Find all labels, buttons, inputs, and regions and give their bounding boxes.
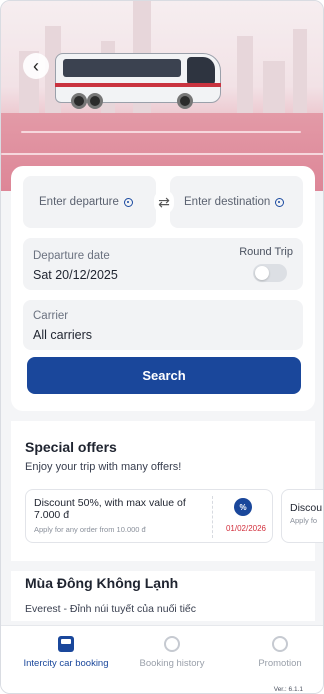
nav-label: Promotion (258, 658, 302, 669)
location-pin-icon (275, 197, 285, 207)
featured-title: Mùa Đông Không Lạnh (25, 575, 179, 591)
carrier-label: Carrier (33, 310, 69, 322)
departure-date-value: Sat 20/12/2025 (33, 268, 118, 282)
bus-wheel (177, 93, 193, 109)
promotion-icon (272, 636, 288, 652)
search-button[interactable]: Search (27, 357, 301, 394)
featured-subtitle: Everest - Đỉnh núi tuyết của nuối tiếc (25, 603, 197, 615)
discount-badge-icon: % (234, 498, 252, 516)
offer-card[interactable]: Discount 50%, with max value of 7.000 đ … (25, 489, 273, 543)
version-label: Ver.: 6.1.1 (273, 686, 303, 693)
location-pin-icon (123, 197, 133, 207)
road-line (1, 153, 323, 155)
coupon-divider (212, 496, 213, 538)
back-button[interactable]: ‹ (23, 53, 49, 79)
history-icon (164, 636, 180, 652)
offers-subtitle: Enjoy your trip with many offers! (25, 461, 182, 473)
departure-placeholder: Enter departure (39, 196, 119, 208)
building (237, 36, 253, 121)
nav-promotion[interactable]: Promotion (245, 636, 315, 669)
departure-date-label: Departure date (33, 250, 110, 262)
bus-windshield (187, 57, 215, 85)
nav-booking-history[interactable]: Booking history (129, 636, 215, 669)
round-trip-label: Round Trip (239, 246, 293, 258)
bus-wheel (87, 93, 103, 109)
bus-illustration (55, 47, 221, 111)
special-offers-section: Special offers Enjoy your trip with many… (11, 421, 323, 561)
route-row: Enter departure Enter destination ⇄ (23, 176, 303, 228)
search-card: Enter departure Enter destination ⇄ Depa… (11, 166, 315, 411)
round-trip-toggle[interactable] (253, 264, 287, 282)
building (293, 29, 307, 121)
featured-section[interactable]: Mùa Đông Không Lạnh Everest - Đỉnh núi t… (11, 571, 315, 621)
departure-date-field[interactable]: Departure date Sat 20/12/2025 Round Trip (23, 238, 303, 290)
departure-field[interactable]: Enter departure (23, 176, 156, 228)
swap-button[interactable]: ⇄ (154, 190, 174, 214)
chevron-left-icon: ‹ (33, 56, 39, 76)
offer-note: Apply fo (290, 516, 318, 525)
destination-placeholder: Enter destination (184, 196, 271, 208)
road-line (21, 131, 301, 133)
offer-expiry-date: 01/02/2026 (225, 524, 267, 533)
bus-stripe (55, 83, 221, 87)
app-screen: ‹ Enter departure Enter destination ⇄ De… (0, 0, 324, 694)
nav-label: Booking history (139, 658, 205, 669)
offer-title: Discou (290, 502, 323, 514)
offer-title: Discount 50%, with max value of 7.000 đ (34, 497, 186, 521)
offer-card[interactable]: Discou Apply fo (281, 489, 323, 543)
bus-windows (63, 59, 181, 77)
nav-label: Intercity car booking (23, 658, 109, 669)
swap-icon: ⇄ (158, 193, 170, 210)
bottom-nav: Intercity car booking Booking history Pr… (1, 625, 323, 693)
hero-banner: ‹ (1, 1, 323, 191)
bus-wheel (71, 93, 87, 109)
carrier-field[interactable]: Carrier All carriers (23, 300, 303, 350)
offer-note: Apply for any order from 10.000 đ (34, 525, 146, 534)
bus-icon (58, 636, 74, 652)
carrier-value: All carriers (33, 328, 93, 342)
offers-title: Special offers (25, 439, 117, 455)
nav-intercity-booking[interactable]: Intercity car booking (19, 636, 113, 669)
building (263, 61, 285, 121)
destination-field[interactable]: Enter destination (170, 176, 303, 228)
